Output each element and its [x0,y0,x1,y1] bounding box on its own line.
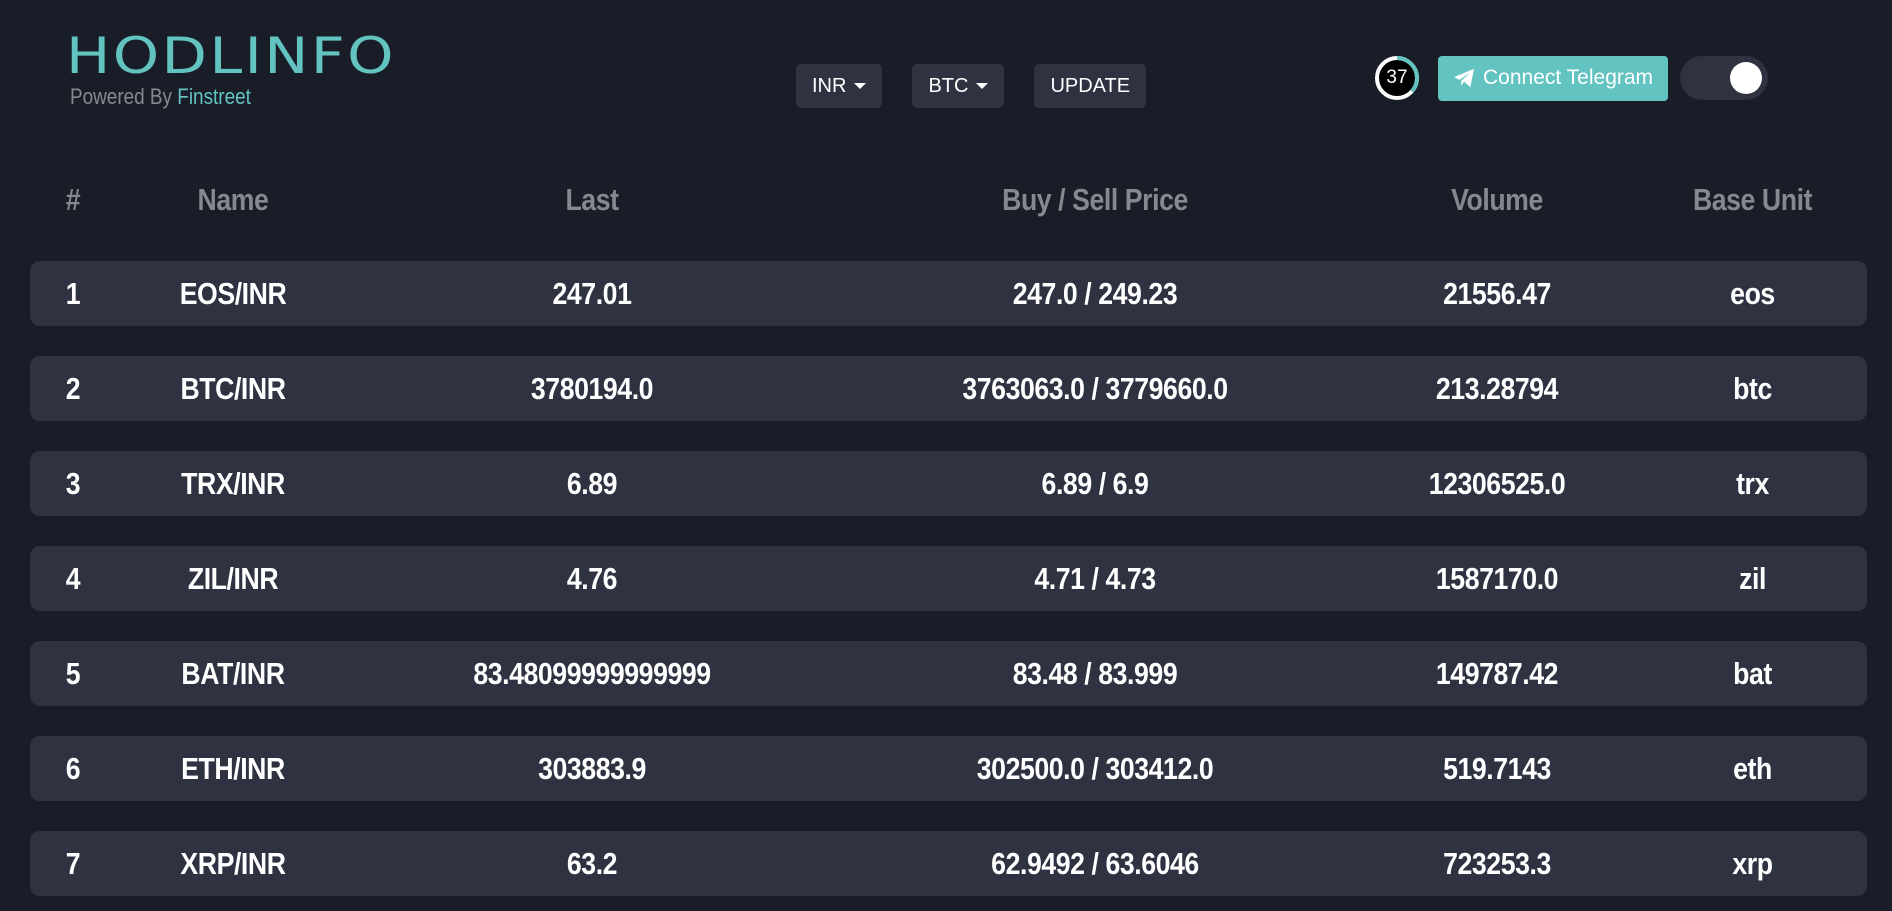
row-last: 4.76 [566,560,618,596]
header-last: Last [565,182,619,217]
row-last: 63.2 [566,845,618,881]
row-name: ZIL/INR [187,560,279,596]
row-base-unit: xrp [1732,845,1773,881]
update-button-label: UPDATE [1050,74,1131,97]
row-last: 303883.9 [538,750,646,786]
row-volume: 213.28794 [1435,370,1559,406]
telegram-icon [1454,68,1474,88]
row-index: 5 [65,655,81,691]
row-name: TRX/INR [181,465,285,501]
table-row: 6 ETH/INR 303883.9 302500.0 / 303412.0 5… [30,736,1867,801]
row-volume: 519.7143 [1443,750,1551,786]
row-last: 83.48099999999999 [473,655,711,691]
row-buy-sell: 247.0 / 249.23 [1012,275,1178,311]
header-controls: INR BTC UPDATE [796,64,1147,108]
table-row: 1 EOS/INR 247.01 247.0 / 249.23 21556.47… [30,261,1867,326]
row-buy-sell: 83.48 / 83.999 [1012,655,1178,691]
row-buy-sell: 62.9492 / 63.6046 [991,845,1199,881]
row-last: 247.01 [552,275,632,311]
row-base-unit: btc [1733,370,1772,406]
row-volume: 1587170.0 [1435,560,1559,596]
crypto-dropdown-label: BTC [928,74,969,97]
header-base-unit: Base Unit [1692,182,1813,217]
crypto-dropdown[interactable]: BTC [912,64,1005,108]
chevron-down-icon [976,83,989,89]
table-row: 3 TRX/INR 6.89 6.89 / 6.9 12306525.0 trx [30,451,1867,516]
connect-telegram-label: Connect Telegram [1483,66,1654,89]
currency-dropdown-label: INR [812,74,847,97]
finstreet-link[interactable]: Finstreet [177,84,251,109]
table-header: # Name Last Buy / Sell Price Volume Base… [30,170,1867,230]
row-buy-sell: 6.89 / 6.9 [1041,465,1149,501]
theme-toggle[interactable] [1680,56,1769,100]
row-volume: 723253.3 [1443,845,1551,881]
row-base-unit: zil [1739,560,1766,596]
powered-by: Powered By Finstreet [70,84,307,110]
currency-dropdown[interactable]: INR [796,64,883,108]
row-last: 6.89 [566,465,618,501]
row-name: BAT/INR [181,655,285,691]
chevron-down-icon [854,83,867,89]
header-buy-sell: Buy / Sell Price [1002,182,1188,217]
row-index: 6 [65,750,81,786]
row-base-unit: eth [1733,750,1772,786]
row-name: XRP/INR [180,845,286,881]
toggle-knob [1730,62,1763,94]
row-index: 3 [65,465,81,501]
row-name: BTC/INR [180,370,286,406]
row-base-unit: eos [1730,275,1775,311]
row-base-unit: bat [1733,655,1772,691]
price-table: # Name Last Buy / Sell Price Volume Base… [30,170,1867,896]
row-buy-sell: 302500.0 / 303412.0 [976,750,1214,786]
connect-telegram-button[interactable]: Connect Telegram [1438,55,1669,101]
hodlinfo-logo[interactable]: HODLINFO [66,30,396,82]
page: HODLINFO Powered By Finstreet INR BTC UP… [0,0,1892,911]
row-name: ETH/INR [181,750,285,786]
row-name: EOS/INR [179,275,287,311]
row-index: 4 [65,560,81,596]
row-index: 2 [65,370,81,406]
row-volume: 21556.47 [1443,275,1551,311]
header-index: # [65,182,81,217]
table-row: 7 XRP/INR 63.2 62.9492 / 63.6046 723253.… [30,831,1867,896]
refresh-timer: 37 [1374,55,1420,101]
table-row: 4 ZIL/INR 4.76 4.71 / 4.73 1587170.0 zil [30,546,1867,611]
update-button[interactable]: UPDATE [1034,64,1147,108]
timer-value: 37 [1386,67,1408,88]
row-buy-sell: 3763063.0 / 3779660.0 [962,370,1228,406]
header-volume: Volume [1451,182,1543,217]
table-row: 5 BAT/INR 83.48099999999999 83.48 / 83.9… [30,641,1867,706]
powered-by-label: Powered By [70,84,173,109]
header-name: Name [197,182,269,217]
row-volume: 149787.42 [1435,655,1559,691]
row-index: 1 [65,275,81,311]
row-volume: 12306525.0 [1428,465,1566,501]
row-index: 7 [65,845,81,881]
table-row: 2 BTC/INR 3780194.0 3763063.0 / 3779660.… [30,356,1867,421]
row-buy-sell: 4.71 / 4.73 [1034,560,1156,596]
row-last: 3780194.0 [530,370,654,406]
brand: HODLINFO Powered By Finstreet [66,30,394,110]
row-base-unit: trx [1736,465,1769,501]
header-right-tools: 37 Connect Telegram [1374,55,1769,101]
